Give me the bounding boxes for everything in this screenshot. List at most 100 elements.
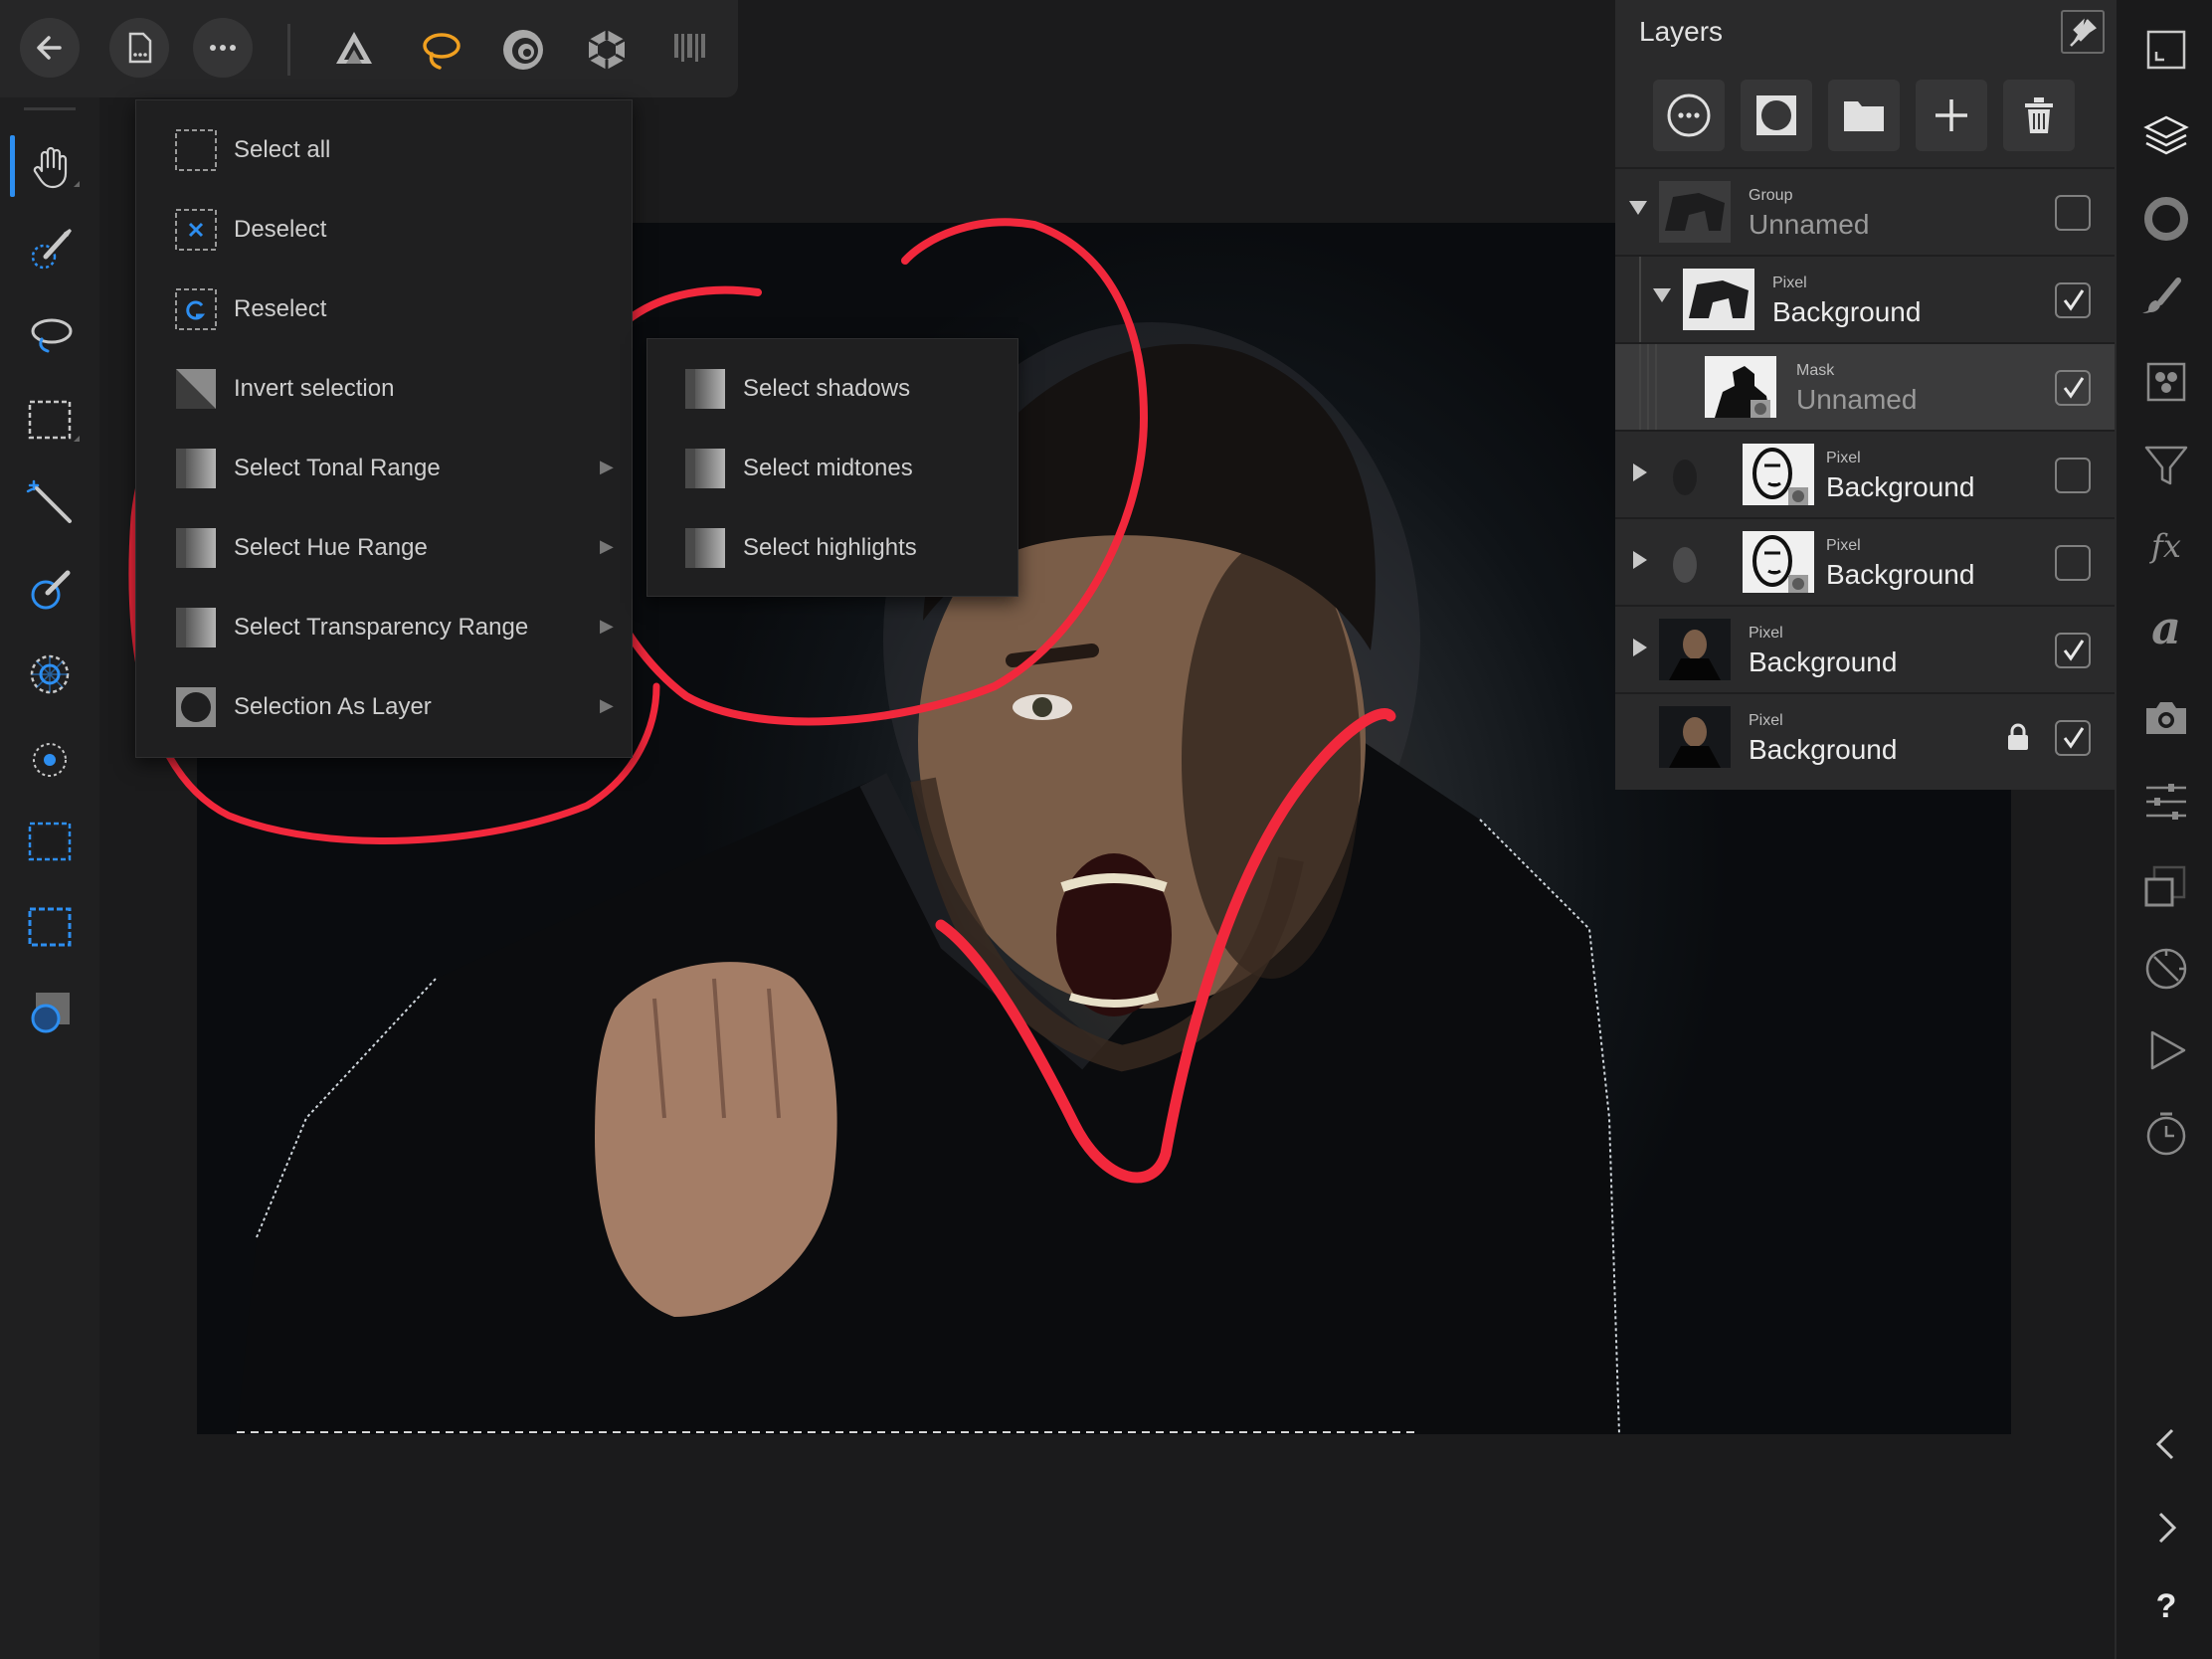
tonal-range-submenu: Select shadows Select midtones Select hi… [646,338,1018,597]
fx-effects-button[interactable]: fx [2138,519,2194,575]
layer-name: Background [1749,646,1898,677]
menu-item-label: Selection As Layer [234,693,432,720]
layer-thumbnail [1743,531,1814,593]
submenu-item-select-highlights[interactable]: Select highlights [647,508,1017,588]
menu-item-reselect[interactable]: Reselect [136,270,632,349]
expand-disclosure-icon[interactable] [1633,463,1647,481]
history-button[interactable] [2138,1106,2194,1162]
layer-kind-label: Pixel [1826,450,1861,466]
text-styles-icon: a [2151,601,2181,654]
add-layer-icon [1936,99,1967,131]
layer-row-pixel-background[interactable]: Pixel Background [1615,430,2115,517]
menu-item-select-transparency-range[interactable]: Select Transparency Range ▶ [136,588,632,667]
menu-item-deselect[interactable]: Deselect [136,190,632,270]
layer-visibility-checkbox[interactable] [2055,282,2091,318]
navigator-button[interactable] [2138,22,2194,78]
add-layer-button[interactable] [1916,80,1987,151]
hue-range-icon [174,526,218,570]
transform-button[interactable] [2138,774,2194,830]
checkmark-icon [2063,377,2085,399]
expand-disclosure-icon[interactable] [1633,639,1647,656]
collapse-disclosure-icon[interactable] [1653,288,1671,302]
indent-guide [1639,344,1641,430]
snapshots-button[interactable] [2138,859,2194,915]
layer-row-group[interactable]: Group Unnamed [1615,167,2115,255]
stock-button[interactable] [2138,690,2194,746]
submenu-arrow-icon: ▶ [600,695,614,715]
mask-layer-button[interactable] [1741,80,1812,151]
menu-item-invert-selection[interactable]: Invert selection [136,349,632,429]
submenu-item-label: Select shadows [743,375,911,402]
transparency-range-icon [174,606,218,649]
brushes-button[interactable] [2138,271,2194,326]
expand-disclosure-icon[interactable] [1633,551,1647,569]
submenu-arrow-icon: ▶ [600,457,614,476]
group-layers-button[interactable] [1828,80,1900,151]
midtones-icon [683,447,727,490]
navigator-icon [2146,30,2186,70]
deselect-icon [174,208,218,252]
layer-visibility-checkbox[interactable] [2055,720,2091,756]
layer-row-pixel-background[interactable]: Pixel Background [1615,605,2115,692]
channels-icon [2146,362,2186,402]
layer-row-mask[interactable]: Mask Unnamed [1615,342,2115,430]
help-icon: ? [2155,1587,2177,1625]
delete-layer-button[interactable] [2003,80,2075,151]
stock-camera-icon [2146,702,2186,734]
collapse-left-icon [2155,1428,2174,1460]
mask-layer-icon [1756,95,1796,135]
adjustments-filter-icon [2144,446,2188,485]
layer-visibility-checkbox[interactable] [2055,370,2091,406]
menu-item-selection-as-layer[interactable]: Selection As Layer ▶ [136,667,632,747]
checkmark-icon [2063,727,2085,749]
color-icon [2144,197,2188,241]
selection-menu: Select all Deselect Reselect Invert sele… [135,99,633,758]
history-snapshot-icon [2144,865,2186,907]
play-macro-icon [2150,1030,2186,1070]
brushes-icon [2142,277,2181,313]
pin-panel-button[interactable] [2061,10,2105,54]
menu-item-select-tonal-range[interactable]: Select Tonal Range ▶ [136,429,632,508]
layer-kind-label: Mask [1796,362,1835,379]
layer-kind-label: Pixel [1826,537,1861,554]
help-button[interactable]: ? [2138,1581,2194,1637]
layer-visibility-checkbox[interactable] [2055,633,2091,668]
transform-sliders-icon [2146,784,2186,820]
layer-visibility-checkbox[interactable] [2055,458,2091,493]
layer-kind-label: Group [1749,187,1793,204]
navigator-off-button[interactable] [2138,941,2194,997]
collapse-right-button[interactable] [2138,1500,2194,1556]
submenu-arrow-icon: ▶ [600,536,614,556]
layer-row-pixel-background[interactable]: Pixel Background [1615,255,2115,342]
channels-button[interactable] [2138,354,2194,410]
lock-icon[interactable] [2005,722,2031,752]
layers-panel-title: Layers [1639,16,1724,47]
collapse-left-button[interactable] [2138,1416,2194,1472]
color-button[interactable] [2138,191,2194,247]
macro-play-button[interactable] [2138,1022,2194,1078]
text-styles-button[interactable]: a [2138,601,2194,656]
menu-item-label: Invert selection [234,375,395,402]
submenu-item-select-midtones[interactable]: Select midtones [647,429,1017,508]
menu-item-select-all[interactable]: Select all [136,110,632,190]
checkmark-icon [2063,289,2085,311]
indent-guide [1639,257,1641,342]
layers-studio-button[interactable] [2138,107,2194,163]
menu-item-select-hue-range[interactable]: Select Hue Range ▶ [136,508,632,588]
layer-options-button[interactable] [1653,80,1725,151]
layer-visibility-checkbox[interactable] [2055,195,2091,231]
adjustments-button[interactable] [2138,438,2194,493]
invert-selection-icon [174,367,218,411]
collapse-disclosure-icon[interactable] [1629,201,1647,215]
pin-icon [2070,18,2097,47]
submenu-item-select-shadows[interactable]: Select shadows [647,349,1017,429]
layer-kind-label: Pixel [1749,712,1783,729]
menu-item-label: Deselect [234,216,327,243]
layer-visibility-checkbox[interactable] [2055,545,2091,581]
indent-guide [1655,344,1657,430]
layer-row-pixel-background-locked[interactable]: Pixel Background [1615,692,2115,780]
submenu-arrow-icon: ▶ [600,616,614,636]
layer-row-pixel-background[interactable]: Pixel Background [1615,517,2115,605]
submenu-item-label: Select highlights [743,534,917,561]
layer-thumbnail [1659,181,1731,243]
